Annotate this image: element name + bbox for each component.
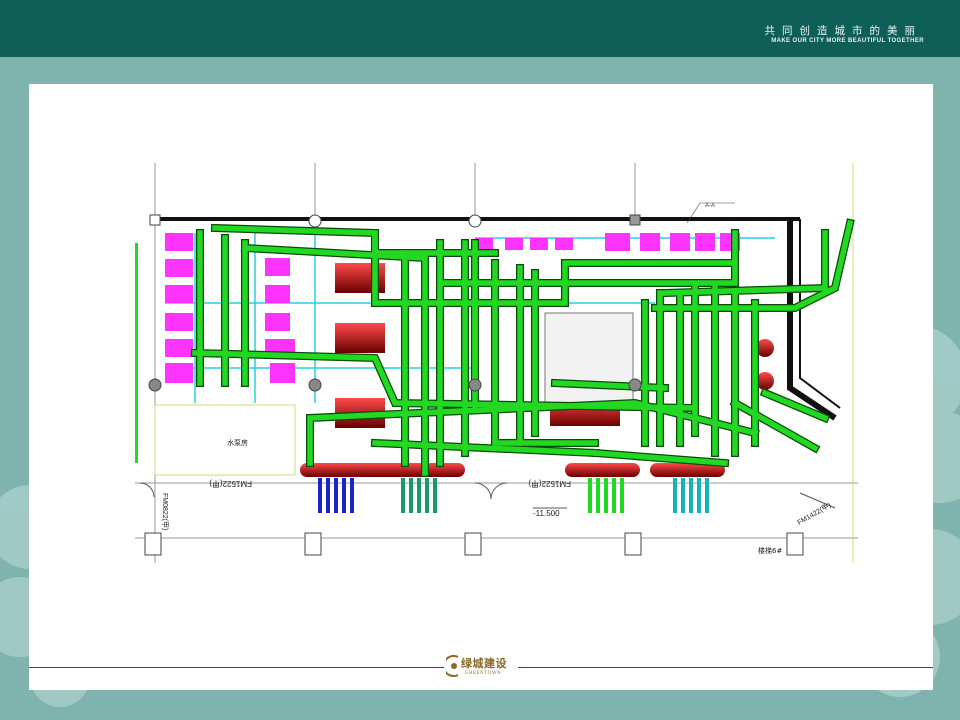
door-label-diagonal: FM1422(甲) bbox=[796, 501, 832, 527]
section-tag: A-A bbox=[705, 203, 715, 209]
stair-label: 楼梯6# bbox=[758, 546, 782, 555]
greentown-logo: 绿城建设 GREENTOWN bbox=[444, 652, 518, 682]
pump-room-label: 水泵房 bbox=[227, 438, 248, 447]
logo-mark-icon bbox=[446, 655, 459, 677]
logo-text-cn: 绿城建设 bbox=[461, 657, 507, 670]
door-label-left: FM1522(甲) bbox=[209, 479, 252, 488]
header-band: 共同创造城市的美丽 MAKE OUR CITY MORE BEAUTIFUL T… bbox=[0, 0, 960, 57]
slogan-chinese: 共同创造城市的美丽 bbox=[764, 25, 922, 37]
elevation-label: -11.500 bbox=[533, 509, 560, 518]
door-label-right: FM1522(甲) bbox=[528, 479, 571, 488]
logo-text-en: GREENTOWN bbox=[465, 671, 502, 676]
slogan-english: MAKE OUR CITY MORE BEAUTIFUL TOGETHER bbox=[771, 38, 924, 44]
door-label-side: FM0822(甲) bbox=[161, 493, 169, 530]
pipe-layout-drawing: 水泵房 FM1522(甲) FM1522(甲) FM0822(甲) FM1422… bbox=[135, 163, 858, 563]
